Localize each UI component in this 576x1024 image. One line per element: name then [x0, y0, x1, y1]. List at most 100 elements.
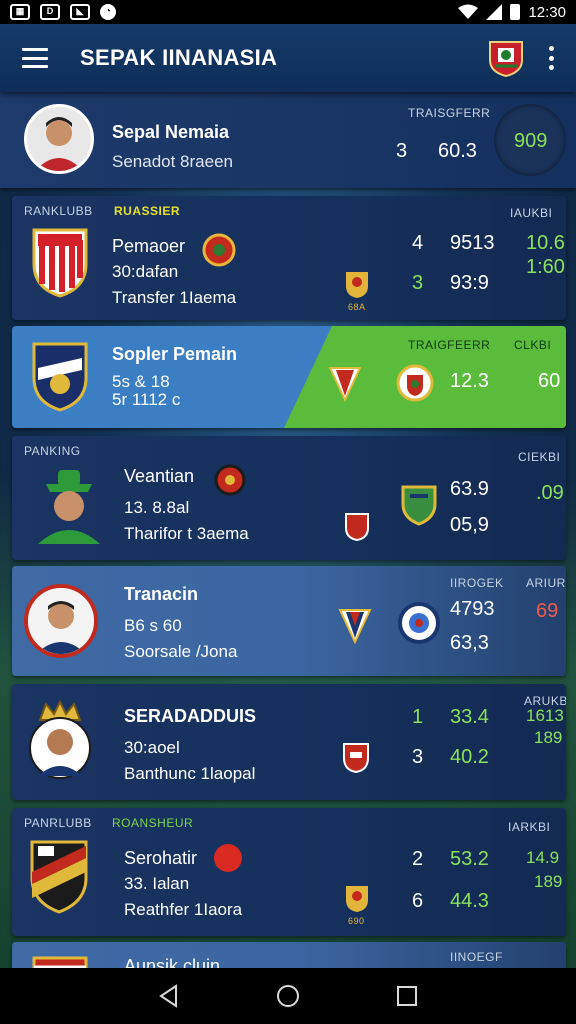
row1-rank: 2 [412, 848, 424, 870]
league-crest-icon[interactable] [486, 38, 526, 78]
pennant-icon [328, 367, 362, 402]
player-name: Serohatir [124, 848, 198, 868]
column-header-club: ROANSHEUR [112, 816, 194, 830]
row1-extra: 14.9 [526, 848, 560, 867]
player-club: B6 s 60 [124, 616, 182, 635]
list-item[interactable]: Tranacin B6 s 60 Soorsale /Jona IIROGEK … [12, 566, 566, 676]
player-avatar [24, 104, 94, 174]
recents-icon[interactable] [394, 983, 420, 1009]
list-item[interactable]: PANKING CIEKBI Veantian 13. 8.8al Tharif… [12, 436, 566, 560]
small-crest-icon [345, 513, 369, 542]
player-club: 30:aoel [124, 738, 180, 757]
row2-value: 40.2 [450, 746, 489, 768]
player-value: 4793 [450, 598, 495, 620]
player-extra: .09 [536, 482, 564, 504]
list-item[interactable]: Sepal Nemaia Senadot 8raeen TRAISGFERR 3… [0, 92, 576, 188]
mini-crest-label: 68A [348, 302, 366, 312]
row1-rank: 4 [412, 232, 424, 254]
column-header-rank: RANKLUBB [24, 204, 93, 218]
player-list[interactable]: Sepal Nemaia Senadot 8raeen TRAISGFERR 3… [0, 92, 576, 968]
menu-icon[interactable] [22, 48, 48, 68]
club-crest-icon [30, 840, 88, 914]
wifi-icon [458, 4, 479, 19]
club-crest-icon [32, 228, 88, 298]
player-value: 63.9 [450, 478, 489, 500]
club-crest-icon [32, 956, 88, 968]
column-header-stat: ARIURI [526, 576, 566, 590]
player-avatar [34, 464, 104, 544]
clock-icon: ◔ [100, 4, 116, 20]
row1-value: 9513 [450, 232, 495, 254]
player-name: Tranacin [124, 584, 199, 604]
club-crest-icon [32, 342, 88, 412]
more-options-icon[interactable] [548, 46, 554, 70]
small-crest-icon [346, 886, 368, 912]
home-icon[interactable] [275, 983, 301, 1009]
app-title: SEPAK IINANASIA [80, 45, 278, 70]
column-header-stat: CLKBI [514, 338, 552, 352]
player-transfer: Transfer 1Iaema [112, 288, 237, 307]
player-extra: 60 [538, 370, 561, 392]
player-avatar [26, 698, 94, 782]
app-bar: SEPAK IINANASIA [0, 24, 576, 92]
player-name: Veantian [124, 466, 195, 486]
column-header: TRAIGFEERR [408, 338, 491, 352]
row1-value: 33.4 [450, 706, 489, 728]
player-avatar [24, 584, 98, 658]
column-header-rank: PANRLUBB [24, 816, 92, 830]
column-header-rank: PANKING [24, 444, 81, 458]
player-extra: 69 [536, 600, 559, 622]
column-header-stat: CIEKBI [518, 450, 561, 464]
column-header: TRAISGFERR [408, 106, 491, 120]
row1-rank: 1 [412, 706, 424, 728]
club-badge-icon [202, 233, 236, 267]
list-item[interactable]: PANRLUBB ROANSHEUR IARKBI Serohatir 33. … [12, 808, 566, 936]
column-header-stat: IARKBI [508, 820, 551, 834]
app-icon: D [40, 4, 60, 20]
player-transfer: Banthunc 1laopal [124, 764, 256, 783]
row2-extra: 189 [534, 728, 563, 747]
player-rank: 3 [396, 140, 408, 162]
row1-extra: 10.6 [526, 232, 565, 254]
player-club: Senadot 8raeen [112, 152, 233, 171]
row2-value: 93:9 [450, 272, 489, 294]
player-name: Sopler Pemain [112, 344, 238, 364]
list-item-selected[interactable]: Sopler Pemain 5s & 18 5r 1112 c TRAIGFEE… [12, 326, 566, 428]
column-header-club: RUASSIER [114, 204, 181, 218]
list-item[interactable]: RANKLUBB RUASSIER IAUKBI Pemaoer 30:dafa… [12, 196, 566, 320]
mini-crest-label: 690 [348, 916, 365, 926]
player-name: Sepal Nemaia [112, 122, 230, 142]
club-shield-icon [401, 485, 437, 526]
club-badge-icon [398, 602, 440, 644]
row2-rank: 3 [412, 272, 424, 294]
row1-extra: 1613 [526, 706, 564, 725]
small-crest-icon [343, 743, 369, 774]
pennant-icon [338, 609, 372, 644]
club-badge-icon [214, 464, 246, 496]
row2-extra: 1:60 [526, 256, 565, 278]
player-club: 30:dafan [112, 262, 179, 281]
player-club: 5s & 18 [112, 372, 170, 391]
image-icon: ◣ [70, 4, 90, 20]
column-header: IIROGEK [450, 576, 504, 590]
club-badge-icon [396, 364, 434, 402]
notification-icon: ▦ [10, 4, 30, 20]
list-item[interactable]: SERADADDUIS 30:aoel Banthunc 1laopal ARU… [12, 684, 566, 800]
row2-value: 44.3 [450, 890, 489, 912]
club-dot-icon [214, 844, 242, 872]
player-value: 12.3 [450, 370, 489, 392]
status-bar: ▦ D ◣ ◔ 12:30 [0, 0, 576, 24]
system-nav-bar [0, 968, 576, 1024]
player-value-2: 63,3 [450, 632, 489, 654]
player-club: 13. 8.8al [124, 498, 190, 517]
row2-extra: 189 [534, 872, 563, 891]
back-icon[interactable] [156, 983, 182, 1009]
player-club: 33. Ialan [124, 874, 190, 893]
column-header: IINOEGF [450, 950, 503, 964]
small-crest-icon [346, 272, 368, 298]
player-transfer: Tharifor t 3aema [124, 524, 249, 543]
player-transfer: Soorsale /Jona [124, 642, 238, 661]
list-item[interactable]: Aunsik cluin IINOEGF [12, 942, 566, 968]
score-badge-value: 909 [514, 130, 548, 152]
player-value: 60.3 [438, 140, 477, 162]
